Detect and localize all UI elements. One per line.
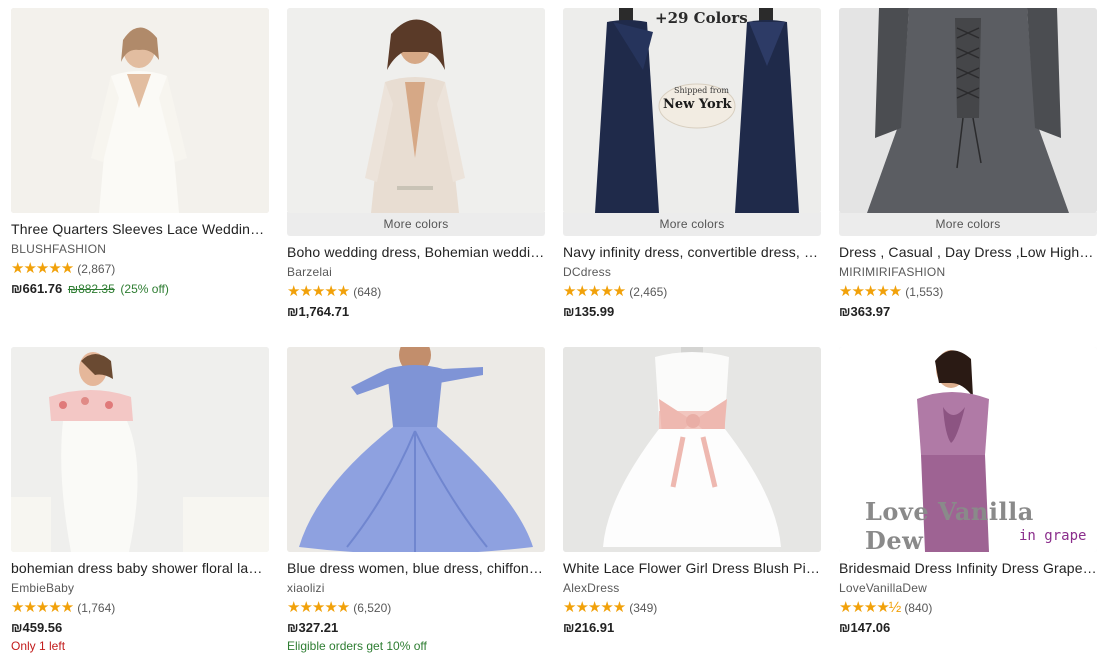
shipped-city-label: New York [663, 97, 732, 112]
price-row: ₪135.99 [563, 302, 821, 321]
listing-title[interactable]: Boho wedding dress, Bohemian wedding dre… [287, 242, 545, 262]
listing-card[interactable]: Three Quarters Sleeves Lace Wedding Dres… [11, 8, 269, 347]
rating: ★★★★★ (2,867) [11, 259, 269, 279]
rating: ★★★★½ (840) [839, 598, 1097, 618]
listing-title[interactable]: bohemian dress baby shower floral lace m… [11, 558, 269, 578]
review-count: (840) [904, 601, 933, 615]
star-rating-icon: ★★★★★ [839, 283, 902, 300]
colors-count-label: +29 Colors [655, 9, 748, 27]
price: ₪459.56 [11, 620, 63, 635]
stock-note: Only 1 left [11, 639, 66, 653]
color-name-label: in grape [1019, 528, 1087, 544]
shop-name: xiaolizi [287, 581, 325, 595]
listing-image[interactable] [287, 347, 545, 552]
discount-label: (25% off) [120, 282, 169, 296]
price: ₪147.06 [839, 620, 891, 635]
star-rating-icon: ★★★★★ [11, 260, 74, 277]
price: ₪363.97 [839, 304, 891, 319]
listing-image[interactable] [563, 347, 821, 552]
listing-title[interactable]: Three Quarters Sleeves Lace Wedding Dres… [11, 219, 269, 239]
price-row: ₪363.97 [839, 302, 1097, 321]
shop-name: LoveVanillaDew [839, 581, 927, 595]
more-colors-label[interactable]: More colors [839, 212, 1097, 236]
listing-grid: Three Quarters Sleeves Lace Wedding Dres… [11, 8, 1097, 662]
listing-card[interactable]: Blue dress women, blue dress, chiffon dr… [287, 347, 545, 662]
star-rating-icon: ★★★★★ [11, 599, 74, 616]
listing-image[interactable] [839, 8, 1097, 213]
white-lace-dress-photo [11, 8, 269, 213]
listing-card[interactable]: +29 Colors Shipped from New York More co… [563, 8, 821, 347]
price: ₪327.21 [287, 620, 339, 635]
listing-image[interactable] [287, 8, 545, 213]
rating: ★★★★★ (1,553) [839, 282, 1097, 302]
rating: ★★★★★ (2,465) [563, 282, 821, 302]
listing-image[interactable] [11, 347, 269, 552]
shop-name: MIRIMIRIFASHION [839, 265, 946, 279]
rating: ★★★★★ (6,520) [287, 598, 545, 618]
more-colors-label[interactable]: More colors [563, 212, 821, 236]
review-count: (2,867) [77, 262, 116, 276]
rating: ★★★★★ (648) [287, 282, 545, 302]
price-row: ₪661.76 ₪882.35 (25% off) [11, 279, 269, 299]
listing-card[interactable]: Love Vanilla Dew in grape Bridesmaid Dre… [839, 347, 1097, 662]
review-count: (6,520) [353, 601, 392, 615]
gray-dress-photo [839, 8, 1097, 213]
shop-name: BLUSHFASHION [11, 242, 107, 256]
review-count: (349) [629, 601, 658, 615]
maternity-dress-photo [11, 347, 269, 552]
original-price: ₪882.35 [67, 282, 115, 296]
shop-name: Barzelai [287, 265, 332, 279]
promo-note: Eligible orders get 10% off [287, 639, 427, 653]
price-row: ₪216.91 [563, 618, 821, 637]
listing-card[interactable]: White Lace Flower Girl Dress Blush Pink … [563, 347, 821, 662]
price: ₪661.76 [11, 281, 63, 296]
price: ₪1,764.71 [287, 304, 350, 319]
flower-girl-dress-photo [563, 347, 821, 552]
price: ₪216.91 [563, 620, 615, 635]
listing-card[interactable]: More colors Boho wedding dress, Bohemian… [287, 8, 545, 347]
star-rating-icon: ★★★★★ [287, 599, 350, 616]
listing-title[interactable]: Navy infinity dress, convertible dress, … [563, 242, 821, 262]
price-row: ₪327.21 [287, 618, 545, 637]
rating: ★★★★★ (1,764) [11, 598, 269, 618]
review-count: (1,553) [905, 285, 944, 299]
star-rating-icon: ★★★★½ [839, 599, 901, 616]
star-rating-icon: ★★★★★ [563, 283, 626, 300]
shop-name: AlexDress [563, 581, 620, 595]
review-count: (648) [353, 285, 382, 299]
more-colors-label[interactable]: More colors [287, 212, 545, 236]
rating: ★★★★★ (349) [563, 598, 821, 618]
shop-name: DCdress [563, 265, 612, 279]
listing-image[interactable]: +29 Colors Shipped from New York [563, 8, 821, 213]
listing-image[interactable]: Love Vanilla Dew in grape [839, 347, 1097, 552]
price-row: ₪459.56 [11, 618, 269, 637]
boho-dress-photo [287, 8, 545, 213]
price-row: ₪147.06 [839, 618, 1097, 637]
star-rating-icon: ★★★★★ [287, 283, 350, 300]
listing-card[interactable]: bohemian dress baby shower floral lace m… [11, 347, 269, 662]
listing-title[interactable]: Bridesmaid Dress Infinity Dress Grape Pu… [839, 558, 1097, 578]
review-count: (1,764) [77, 601, 116, 615]
shipped-from-label: Shipped from [674, 86, 730, 95]
blue-chiffon-dress-photo [287, 347, 545, 552]
listing-title[interactable]: White Lace Flower Girl Dress Blush Pink … [563, 558, 821, 578]
listing-title[interactable]: Dress , Casual , Day Dress ,Low High Dre… [839, 242, 1097, 262]
price: ₪135.99 [563, 304, 615, 319]
listing-title[interactable]: Blue dress women, blue dress, chiffon dr… [287, 558, 545, 578]
price-row: ₪1,764.71 [287, 302, 545, 321]
listing-image[interactable] [11, 8, 269, 213]
review-count: (2,465) [629, 285, 668, 299]
shop-name: EmbieBaby [11, 581, 75, 595]
listing-card[interactable]: More colors Dress , Casual , Day Dress ,… [839, 8, 1097, 347]
star-rating-icon: ★★★★★ [563, 599, 626, 616]
